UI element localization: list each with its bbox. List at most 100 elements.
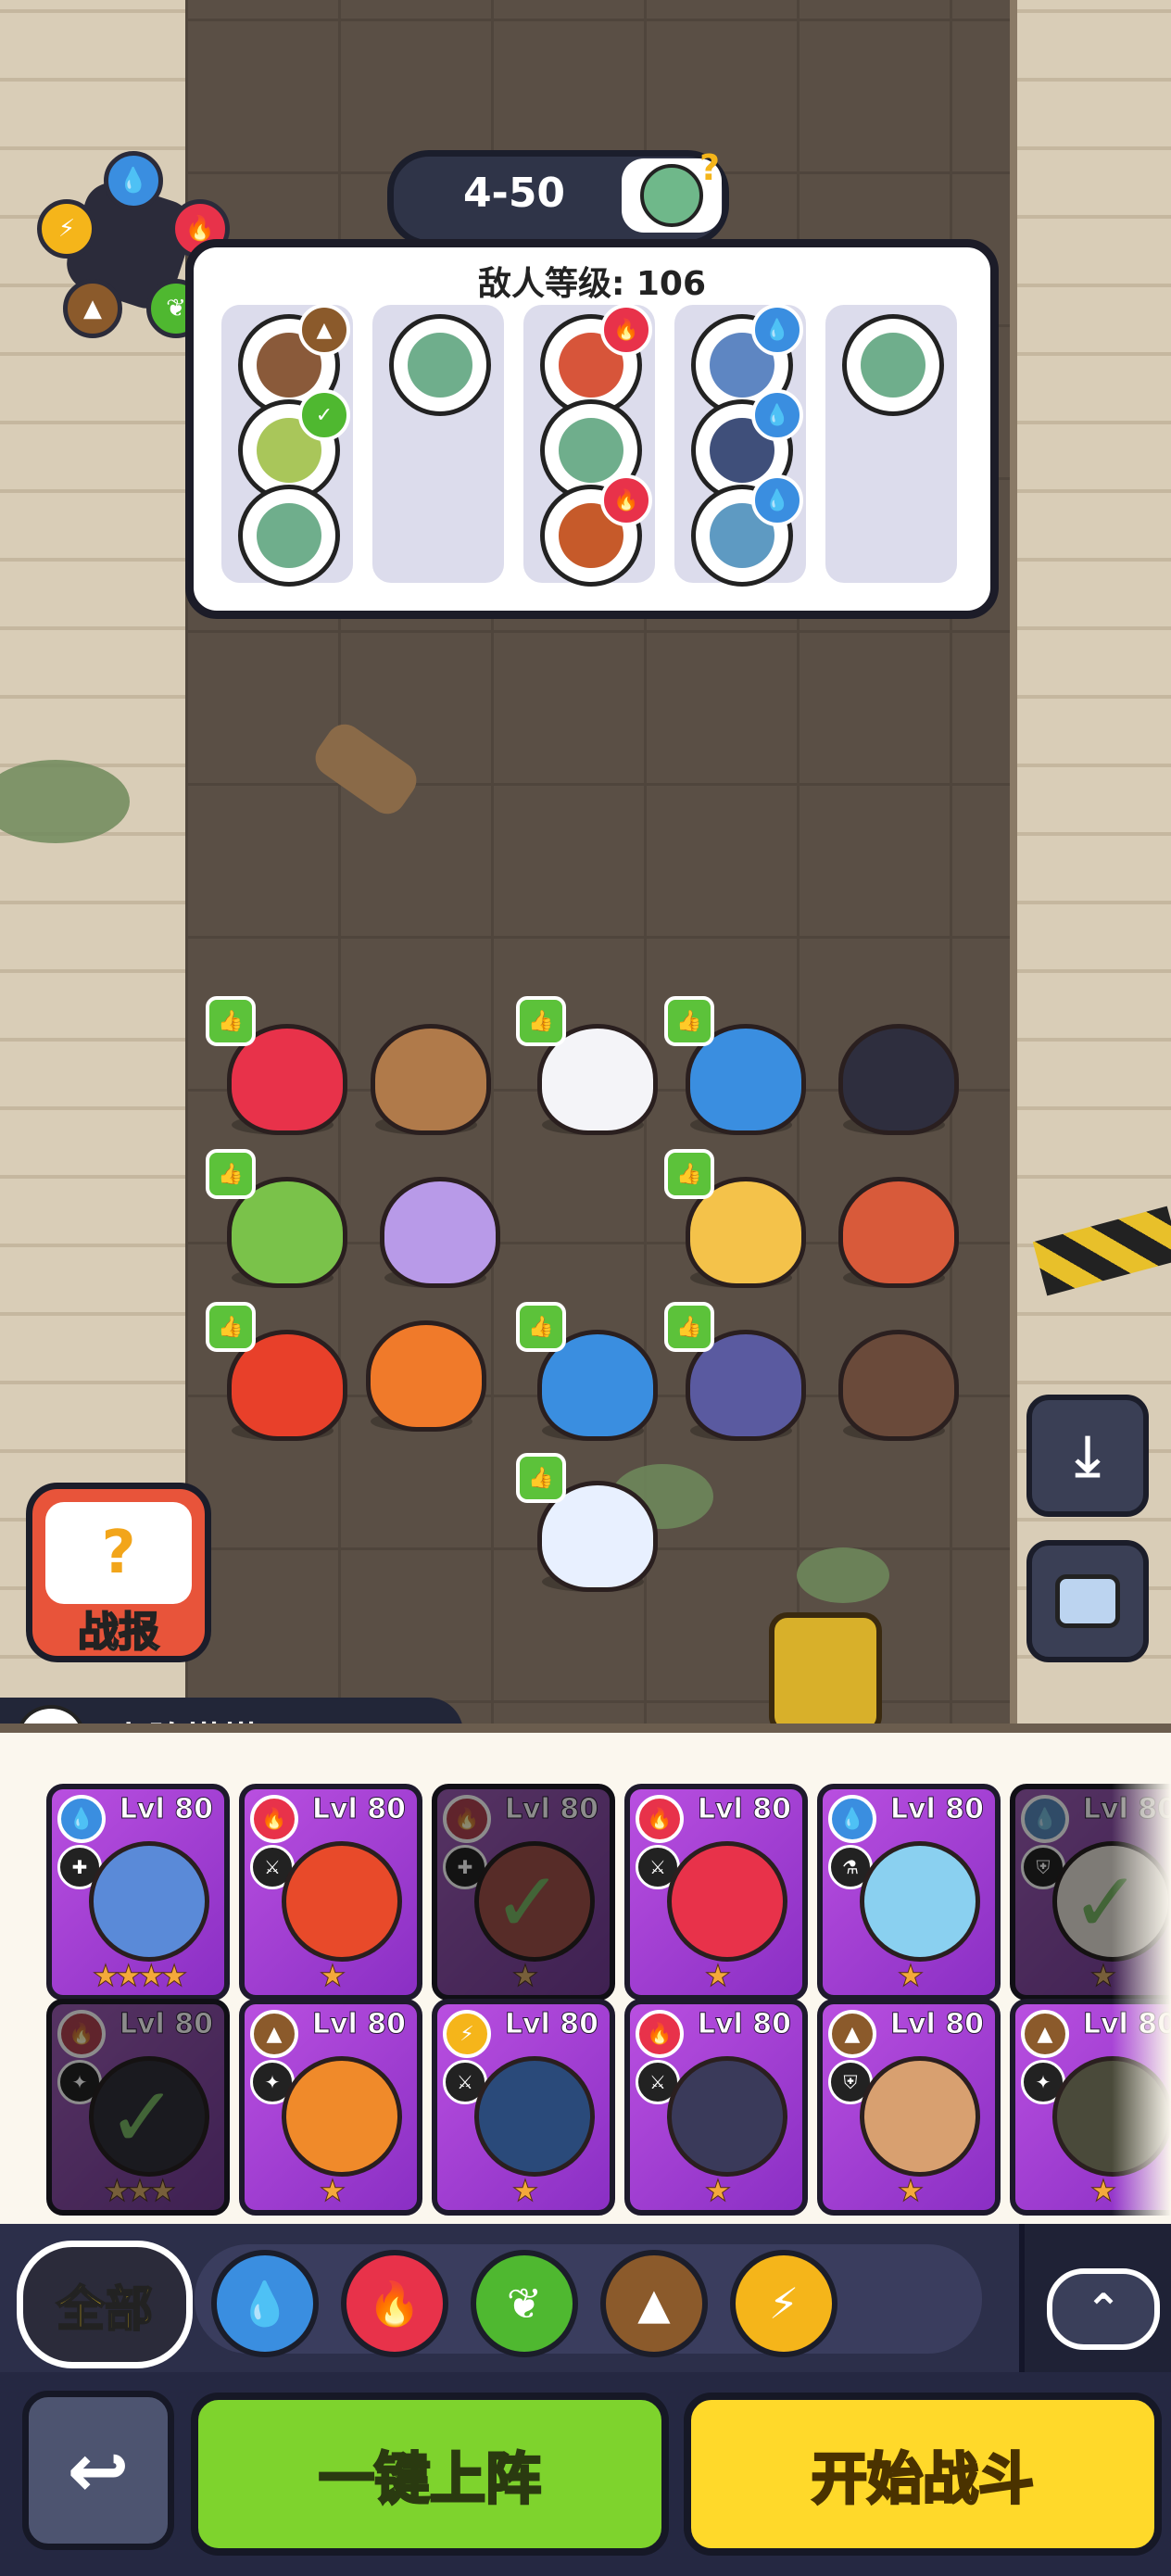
- fire-icon: 🔥: [600, 474, 652, 526]
- fire-icon: 🔥: [600, 304, 652, 356]
- thunder-icon: ⚡: [443, 2010, 491, 2058]
- tower-unit[interactable]: 👍: [206, 1302, 352, 1450]
- deploy-count-label: 上阵塔塔: 15/15: [111, 1711, 404, 1724]
- lock-icon: [1055, 1574, 1120, 1628]
- report-clipboard-icon: ?: [45, 1502, 192, 1604]
- star-rating: ★: [897, 1958, 925, 1994]
- water-icon: 💧: [57, 1795, 106, 1843]
- grass-icon: ✓: [298, 389, 350, 441]
- tower-unit[interactable]: 👍: [516, 1453, 662, 1601]
- bottom-action-bar: ↩ 一键上阵 开始战斗: [0, 2372, 1171, 2576]
- filter-grass-button[interactable]: ❦: [471, 2250, 578, 2357]
- tower-unit[interactable]: 👍: [664, 1302, 811, 1450]
- card-level: Lvl 80: [119, 1793, 213, 1826]
- tower-unit[interactable]: 👍: [664, 996, 811, 1144]
- thumbs-up-icon: 👍: [516, 1453, 566, 1503]
- enemy-lane: 💧 💧 💧: [674, 304, 806, 587]
- tower-unit[interactable]: 👍: [206, 996, 352, 1144]
- filter-earth-button[interactable]: ▲: [600, 2250, 708, 2357]
- tower-unit[interactable]: 👍: [516, 996, 662, 1144]
- tower-card[interactable]: ⚡ Lvl 80 ⚔ ★: [432, 1999, 615, 2216]
- battle-report-button[interactable]: ? 战报: [26, 1483, 211, 1662]
- tower-unit[interactable]: [366, 1158, 505, 1297]
- lock-button[interactable]: [1026, 1540, 1149, 1662]
- fire-icon: 🔥: [368, 2278, 422, 2329]
- thunder-icon: ⚡: [37, 199, 96, 259]
- expand-panel: ⌃: [1019, 2224, 1171, 2372]
- tower-unit[interactable]: [357, 1005, 496, 1144]
- tower-card[interactable]: 💧 Lvl 80 ✚ ★★★★: [46, 1784, 230, 2001]
- expand-button[interactable]: ⌃: [1047, 2268, 1160, 2350]
- tower-unit[interactable]: [825, 1158, 963, 1297]
- star-rating: ★: [319, 2173, 346, 2209]
- auto-deploy-button[interactable]: 一键上阵: [191, 2393, 669, 2556]
- back-arrow-icon: ↩: [67, 2427, 130, 2514]
- tower-card[interactable]: ▲ Lvl 80 ⛨ ★: [817, 1999, 1001, 2216]
- filter-water-button[interactable]: 💧: [211, 2250, 319, 2357]
- star-rating: ★★★: [103, 2173, 176, 2209]
- tower-card[interactable]: 💧 Lvl 80 ⚗ ★: [817, 1784, 1001, 2001]
- card-level: Lvl 80: [311, 2008, 406, 2041]
- fire-icon: 🔥: [636, 2010, 684, 2058]
- tower-unit[interactable]: 👍: [664, 1149, 811, 1297]
- filter-fire-button[interactable]: 🔥: [341, 2250, 448, 2357]
- enemy-level: 敌人等级: 106: [477, 265, 707, 303]
- stage-indicator: 4-50 ?: [387, 147, 729, 246]
- card-level: Lvl 80: [697, 2008, 791, 2041]
- water-icon: 💧: [238, 2278, 292, 2329]
- enemy-lane: ▲ ✓: [221, 304, 353, 587]
- tower-unit[interactable]: [825, 1005, 963, 1144]
- enemy-avatar: [389, 314, 491, 416]
- enemy-lane: [372, 305, 504, 583]
- start-battle-button[interactable]: 开始战斗: [684, 2393, 1162, 2556]
- download-button[interactable]: ⤓: [1026, 1395, 1149, 1517]
- enemy-avatar: 🔥: [540, 474, 652, 587]
- deployed-check-icon: ✓: [107, 2069, 178, 2166]
- water-icon: 💧: [104, 151, 163, 210]
- thumbs-up-icon: 👍: [664, 1149, 714, 1199]
- download-icon: ⤓: [1075, 1423, 1101, 1488]
- tower-unit[interactable]: 👍: [206, 1149, 352, 1297]
- fire-icon: 🔥: [636, 1795, 684, 1843]
- back-button[interactable]: ↩: [22, 2391, 174, 2550]
- enemy-avatar: [842, 314, 944, 416]
- card-level: Lvl 80: [889, 2008, 984, 2041]
- enemy-lane: [825, 305, 957, 583]
- tower-card[interactable]: ▲ Lvl 80 ✦ ★: [239, 1999, 422, 2216]
- tower-unit[interactable]: 👍: [516, 1302, 662, 1450]
- enemy-info-panel: 敌人等级: 106 ▲ ✓ 🔥 🔥 💧 💧 💧: [185, 239, 999, 619]
- battle-report-label: 战报: [77, 1608, 160, 1657]
- tower-card[interactable]: 🔥 Lvl 80 ⚔ ★: [624, 1784, 808, 2001]
- stage-label: 4-50: [462, 170, 566, 217]
- tower-card[interactable]: 🔥 Lvl 80 ⚔ ★: [239, 1784, 422, 2001]
- zombie-boss-icon[interactable]: ?: [622, 147, 722, 233]
- tower-card[interactable]: 🔥 Lvl 80 ✦ ✓ ★★★: [46, 1999, 230, 2216]
- tower-card-collection: 💧 Lvl 80 ✚ ★★★★ 🔥 Lvl 80 ⚔ ★ 🔥 Lvl 80 ✚ …: [0, 1733, 1171, 2224]
- tower-unit[interactable]: [352, 1302, 491, 1441]
- tower-card[interactable]: 🔥 Lvl 80 ⚔ ★: [624, 1999, 808, 2216]
- battlefield: 💧 🔥 ❦ ▲ ⚡ 4-50 ? 敌人等级: 106 ▲ ✓ 🔥 🔥 💧 💧 💧…: [0, 0, 1171, 1724]
- star-rating: ★: [511, 2173, 539, 2209]
- star-rating: ★: [704, 2173, 732, 2209]
- star-rating: ★: [511, 1958, 539, 1994]
- filter-all-button[interactable]: 全部: [17, 2241, 193, 2368]
- water-icon: 💧: [751, 389, 803, 441]
- water-icon: 💧: [751, 474, 803, 526]
- star-rating: ★: [704, 1958, 732, 1994]
- water-icon: 💧: [751, 304, 803, 356]
- earth-icon: ▲: [250, 2010, 298, 2058]
- enemy-avatar: [238, 485, 340, 587]
- filter-thunder-button[interactable]: ⚡: [730, 2250, 837, 2357]
- star-rating: ★: [897, 2173, 925, 2209]
- barrel: [769, 1612, 882, 1724]
- scroll-fade: [1112, 1733, 1171, 2224]
- thumbs-up-icon: 👍: [664, 1302, 714, 1352]
- card-level: Lvl 80: [504, 2008, 598, 2041]
- element-filter-bar: 全部 💧 🔥 ❦ ▲ ⚡ ⌃: [0, 2224, 1171, 2372]
- water-icon: 💧: [828, 1795, 876, 1843]
- moss-patch: [797, 1547, 889, 1603]
- tower-card[interactable]: 🔥 Lvl 80 ✚ ✓ ★: [432, 1784, 615, 2001]
- tower-unit[interactable]: [825, 1311, 963, 1450]
- fire-icon: 🔥: [443, 1795, 491, 1843]
- thumbs-up-icon: 👍: [206, 1302, 256, 1352]
